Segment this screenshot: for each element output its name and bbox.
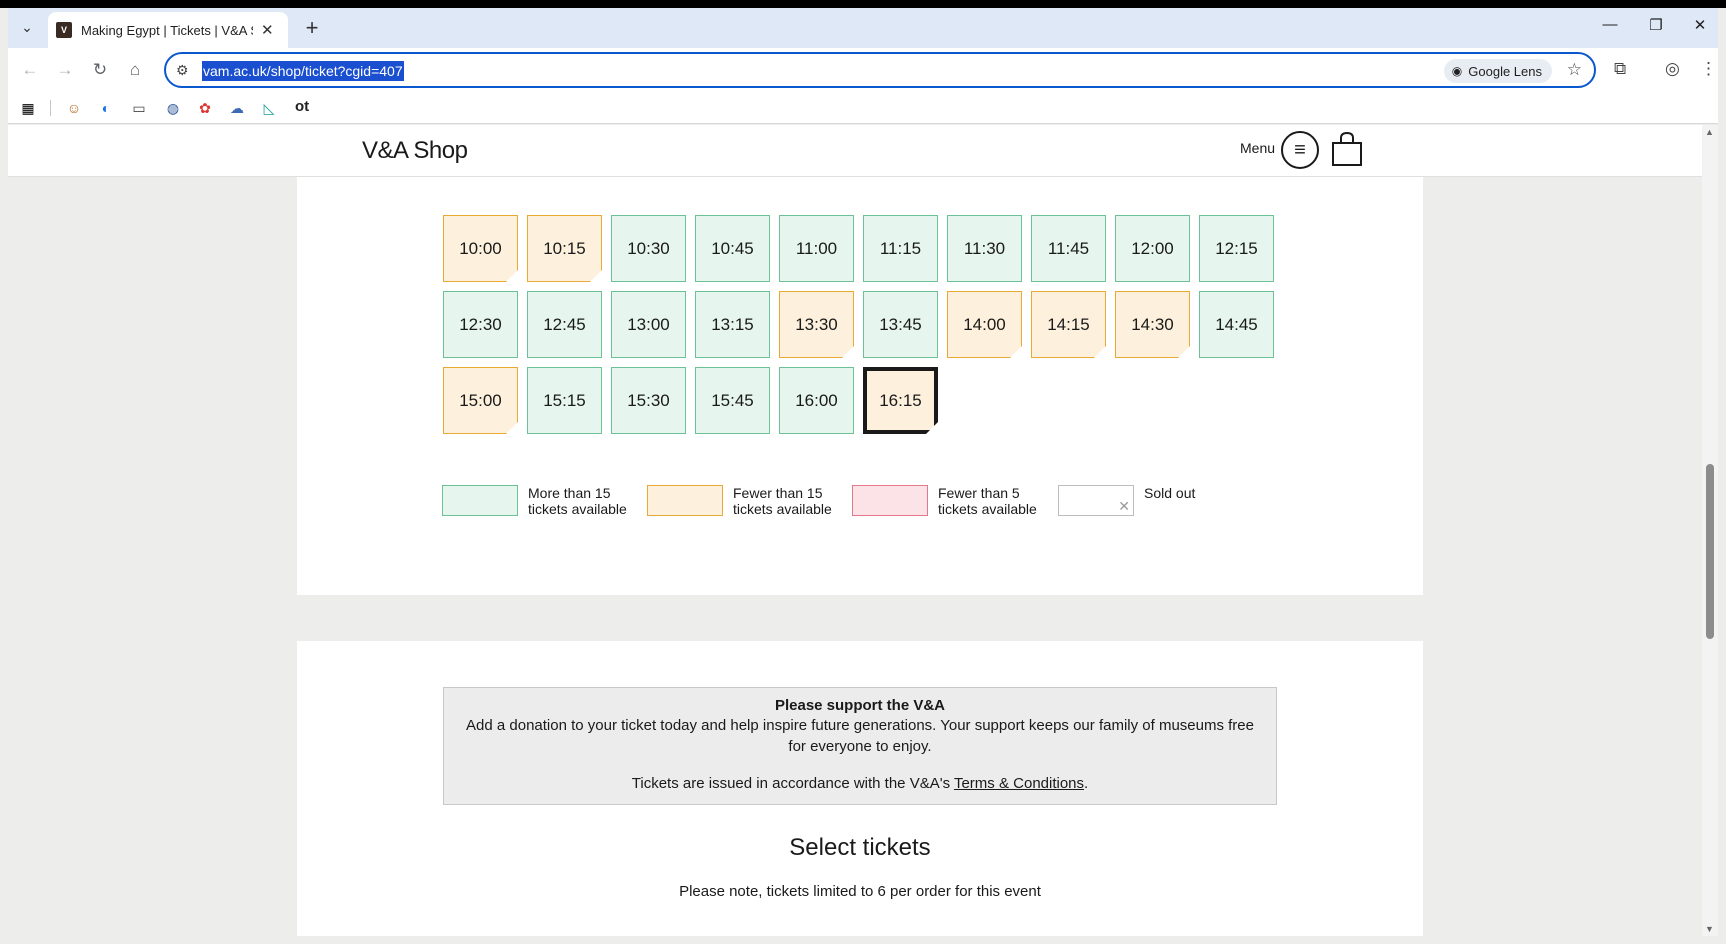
- lens-icon: ◉: [1451, 64, 1463, 78]
- browser-tab[interactable]: V Making Egypt | Tickets | V&A Sh ✕: [48, 12, 288, 48]
- ticket-limit-note: Please note, tickets limited to 6 per or…: [679, 883, 1041, 900]
- back-icon[interactable]: ←: [18, 58, 42, 82]
- timeslot-button[interactable]: 15:00: [443, 367, 518, 434]
- minimize-icon[interactable]: —: [1598, 16, 1622, 33]
- support-box: Please support the V&A Add a donation to…: [443, 687, 1277, 805]
- legend-fewer15-swatch: [647, 485, 723, 516]
- forward-icon[interactable]: →: [53, 58, 77, 82]
- terms-prefix: Tickets are issued in accordance with th…: [631, 775, 954, 792]
- close-window-icon[interactable]: ✕: [1688, 16, 1712, 34]
- timeslot-button[interactable]: 14:30: [1115, 291, 1190, 358]
- timeslot-button[interactable]: 15:15: [527, 367, 602, 434]
- timeslot-button[interactable]: 11:30: [947, 215, 1022, 282]
- page-scrollbar[interactable]: ▲ ▼: [1702, 125, 1718, 936]
- bookmark-edge-icon[interactable]: ◐: [96, 98, 116, 118]
- timeslot-button[interactable]: 12:00: [1115, 215, 1190, 282]
- legend-fewer5-swatch: [852, 485, 928, 516]
- legend-sold-label: Sold out: [1144, 485, 1196, 501]
- new-tab-button[interactable]: +: [298, 14, 326, 42]
- availability-legend: More than 15 tickets available Fewer tha…: [442, 485, 1282, 525]
- restore-icon[interactable]: ❐: [1644, 16, 1668, 34]
- timeslot-button[interactable]: 13:45: [863, 291, 938, 358]
- browser-toolbar: ← → ↻ ⌂ ⚙ vam.ac.uk/shop/ticket?cgid=407…: [8, 48, 1718, 92]
- scrollbar-thumb[interactable]: [1706, 464, 1714, 639]
- lens-label: Google Lens: [1468, 63, 1542, 79]
- terms-suffix: .: [1084, 775, 1089, 792]
- legend-more-swatch: [442, 485, 518, 516]
- tab-title: Making Egypt | Tickets | V&A Sh: [81, 22, 253, 38]
- browser-window: ⌄ V Making Egypt | Tickets | V&A Sh ✕ + …: [0, 8, 1726, 944]
- va-favicon-icon: V: [56, 22, 72, 38]
- bookmark-globe-icon[interactable]: ◍: [163, 98, 183, 118]
- support-heading: Please support the V&A: [774, 697, 946, 714]
- extensions-icon[interactable]: ⧉: [1614, 59, 1626, 79]
- timeslot-button[interactable]: 10:15: [527, 215, 602, 282]
- terms-line: Tickets are issued in accordance with th…: [444, 774, 1276, 793]
- scroll-up-icon[interactable]: ▲: [1705, 127, 1714, 137]
- timeslot-button[interactable]: 10:00: [443, 215, 518, 282]
- bookmark-folder-icon[interactable]: ▭: [129, 98, 149, 118]
- bookmark-flower-icon[interactable]: ✿: [195, 98, 215, 118]
- terms-link[interactable]: Terms & Conditions: [954, 775, 1084, 792]
- site-info-icon[interactable]: ⚙: [176, 62, 189, 79]
- url-text[interactable]: vam.ac.uk/shop/ticket?cgid=407: [202, 61, 404, 81]
- timeslot-button[interactable]: 15:45: [695, 367, 770, 434]
- bookmarks-bar: ▦ ☺ ◐ ▭ ◍ ✿ ☁ ◺ ot: [8, 92, 1718, 124]
- timeslot-button[interactable]: 13:00: [611, 291, 686, 358]
- bookmark-ot[interactable]: ot: [295, 98, 309, 115]
- apps-grid-icon[interactable]: ▦: [18, 98, 38, 118]
- page-viewport: V&A Shop Menu ≡ 10:00 10:15 10:30 10:45 11:0…: [8, 125, 1710, 936]
- home-icon[interactable]: ⌂: [123, 58, 147, 82]
- shopping-bag-icon[interactable]: [1330, 131, 1364, 167]
- timeslot-button[interactable]: 11:45: [1031, 215, 1106, 282]
- timeslot-card: 10:00 10:15 10:30 10:45 11:00 11:15 11:30 11:45…: [297, 177, 1423, 595]
- hamburger-menu-icon[interactable]: ≡: [1281, 131, 1319, 169]
- support-body: Add a donation to your ticket today and …: [466, 717, 1254, 755]
- tickets-card: Please support the V&A Add a donation to…: [297, 641, 1423, 936]
- tab-bar: ⌄ V Making Egypt | Tickets | V&A Sh ✕ + …: [8, 8, 1718, 48]
- timeslot-button[interactable]: 16:15: [863, 367, 938, 434]
- timeslot-button[interactable]: 10:45: [695, 215, 770, 282]
- timeslot-button[interactable]: 14:45: [1199, 291, 1274, 358]
- more-menu-icon[interactable]: ⋮: [1700, 59, 1717, 79]
- address-bar[interactable]: ⚙ vam.ac.uk/shop/ticket?cgid=407 ◉ Googl…: [164, 52, 1596, 88]
- bookmark-star-icon[interactable]: ☆: [1567, 60, 1582, 80]
- timeslot-button[interactable]: 14:00: [947, 291, 1022, 358]
- legend-fewer5-label: Fewer than 5 tickets available: [938, 485, 1037, 517]
- scroll-down-icon[interactable]: ▼: [1705, 924, 1714, 934]
- timeslot-button[interactable]: 12:45: [527, 291, 602, 358]
- timeslot-button[interactable]: 13:30: [779, 291, 854, 358]
- timeslot-button[interactable]: 14:15: [1031, 291, 1106, 358]
- timeslot-button[interactable]: 13:15: [695, 291, 770, 358]
- site-header: V&A Shop Menu ≡: [8, 125, 1710, 177]
- timeslot-button[interactable]: 11:00: [779, 215, 854, 282]
- timeslot-button[interactable]: 15:30: [611, 367, 686, 434]
- timeslot-button[interactable]: 10:30: [611, 215, 686, 282]
- va-shop-logo[interactable]: V&A Shop: [362, 137, 468, 165]
- sold-out-x-icon: ✕: [1118, 498, 1130, 514]
- timeslot-button[interactable]: 12:30: [443, 291, 518, 358]
- select-tickets-heading: Select tickets: [789, 834, 931, 861]
- menu-label[interactable]: Menu: [1240, 140, 1275, 156]
- legend-sold-swatch: ✕: [1058, 485, 1134, 516]
- timeslot-button[interactable]: 12:15: [1199, 215, 1274, 282]
- profile-icon[interactable]: ◎: [1665, 59, 1680, 79]
- bookmark-separator: [50, 100, 51, 116]
- bookmark-cloud-icon[interactable]: ☁: [227, 98, 247, 118]
- bookmark-avatar-icon[interactable]: ☺: [64, 98, 84, 118]
- reload-icon[interactable]: ↻: [88, 58, 112, 82]
- legend-fewer15-label: Fewer than 15 tickets available: [733, 485, 832, 517]
- tab-search-chevron-icon[interactable]: ⌄: [16, 16, 38, 38]
- close-tab-icon[interactable]: ✕: [261, 21, 274, 39]
- bookmark-n-icon[interactable]: ◺: [259, 98, 279, 118]
- timeslot-button[interactable]: 16:00: [779, 367, 854, 434]
- legend-more-label: More than 15 tickets available: [528, 485, 627, 517]
- timeslot-button[interactable]: 11:15: [863, 215, 938, 282]
- google-lens-button[interactable]: ◉ Google Lens: [1443, 59, 1552, 83]
